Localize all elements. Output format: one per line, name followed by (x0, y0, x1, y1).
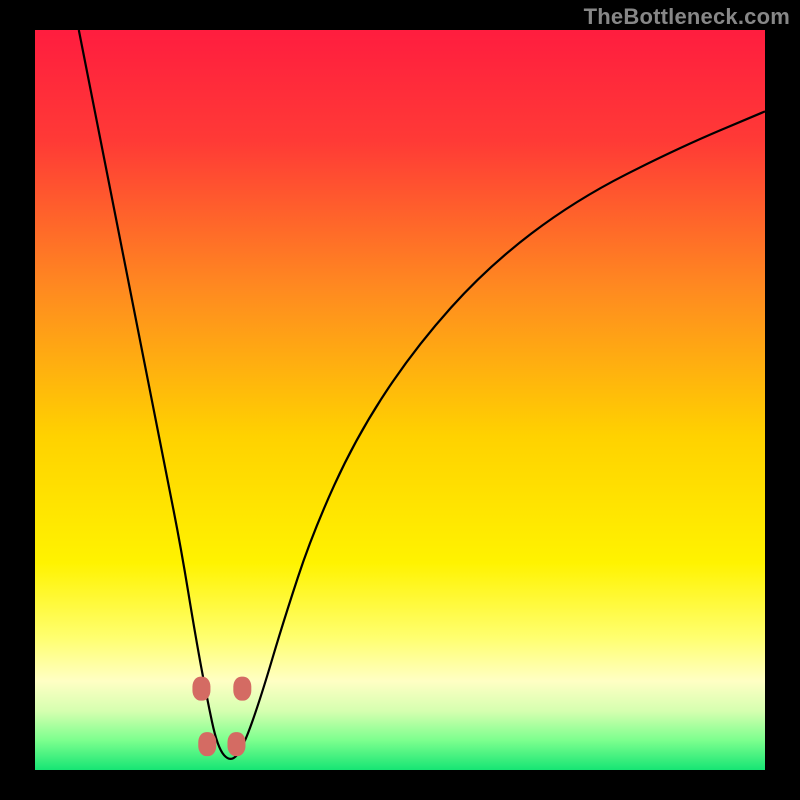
plot-background (35, 30, 765, 770)
curve-marker (192, 677, 210, 701)
watermark-text: TheBottleneck.com (584, 4, 790, 30)
curve-marker (198, 732, 216, 756)
bottleneck-chart (0, 0, 800, 800)
curve-marker (227, 732, 245, 756)
curve-marker (233, 677, 251, 701)
chart-frame: TheBottleneck.com (0, 0, 800, 800)
